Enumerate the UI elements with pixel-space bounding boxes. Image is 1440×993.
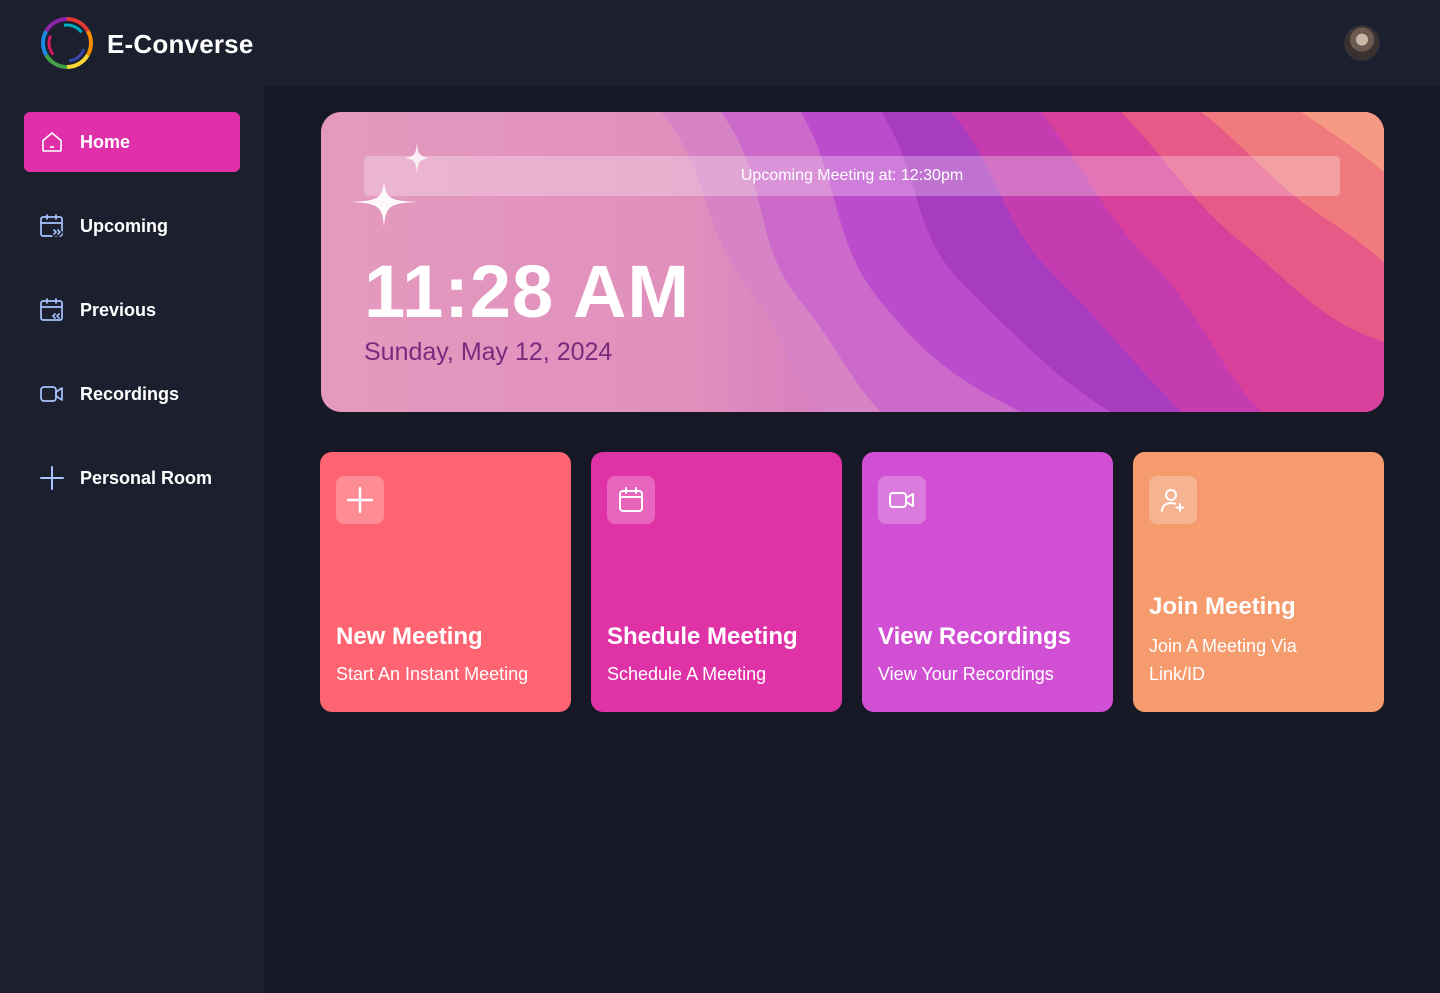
current-time: 11:28 AM	[364, 250, 691, 333]
video-icon	[39, 381, 65, 407]
card-title: Shedule Meeting	[607, 623, 798, 650]
home-icon	[39, 129, 65, 155]
schedule-meeting-card[interactable]: Shedule Meeting Schedule A Meeting	[591, 452, 842, 712]
view-recordings-card[interactable]: View Recordings View Your Recordings	[862, 452, 1113, 712]
user-add-icon	[1149, 476, 1197, 524]
card-title: View Recordings	[878, 623, 1071, 650]
upcoming-meeting-banner: Upcoming Meeting at: 12:30pm	[364, 156, 1340, 196]
plus-icon	[39, 465, 65, 491]
sidebar-item-previous[interactable]: Previous	[24, 280, 240, 340]
sidebar-item-label: Recordings	[80, 383, 180, 404]
card-subtitle: Start An Instant Meeting	[336, 664, 529, 684]
app-logo-icon[interactable]	[40, 16, 94, 70]
sidebar-item-label: Upcoming	[80, 215, 168, 236]
hero-banner: Upcoming Meeting at: 12:30pm 11:28 AM Su…	[321, 112, 1384, 412]
calendar-back-icon	[39, 297, 65, 323]
current-date: Sunday, May 12, 2024	[364, 338, 613, 366]
sidebar-item-recordings[interactable]: Recordings	[24, 364, 240, 424]
calendar-icon	[607, 476, 655, 524]
video-icon	[878, 476, 926, 524]
sidebar-item-upcoming[interactable]: Upcoming	[24, 196, 240, 256]
plus-icon	[336, 476, 384, 524]
card-subtitle: View Your Recordings	[878, 664, 1054, 684]
join-meeting-card[interactable]: Join Meeting Join A Meeting Via Link/ID	[1133, 452, 1384, 712]
app-name: E-Converse	[107, 29, 254, 59]
sidebar-item-label: Previous	[80, 299, 157, 320]
card-subtitle: Join A Meeting Via Link/ID	[1149, 636, 1297, 684]
sidebar-item-home[interactable]: Home	[24, 112, 240, 172]
card-title: Join Meeting	[1149, 593, 1296, 620]
sidebar-item-label: Home	[80, 131, 131, 152]
calendar-forward-icon	[39, 213, 65, 239]
sidebar-item-label: Personal Room	[80, 467, 213, 488]
card-subtitle: Schedule A Meeting	[607, 664, 767, 684]
user-avatar[interactable]	[1344, 25, 1380, 61]
sidebar-item-personal-room[interactable]: Personal Room	[24, 448, 240, 508]
sidebar: Home Upcoming Previous Recordings Person…	[0, 87, 264, 993]
card-title: New Meeting	[336, 623, 483, 650]
top-navbar: E-Converse	[0, 0, 1440, 87]
new-meeting-card[interactable]: New Meeting Start An Instant Meeting	[320, 452, 571, 712]
